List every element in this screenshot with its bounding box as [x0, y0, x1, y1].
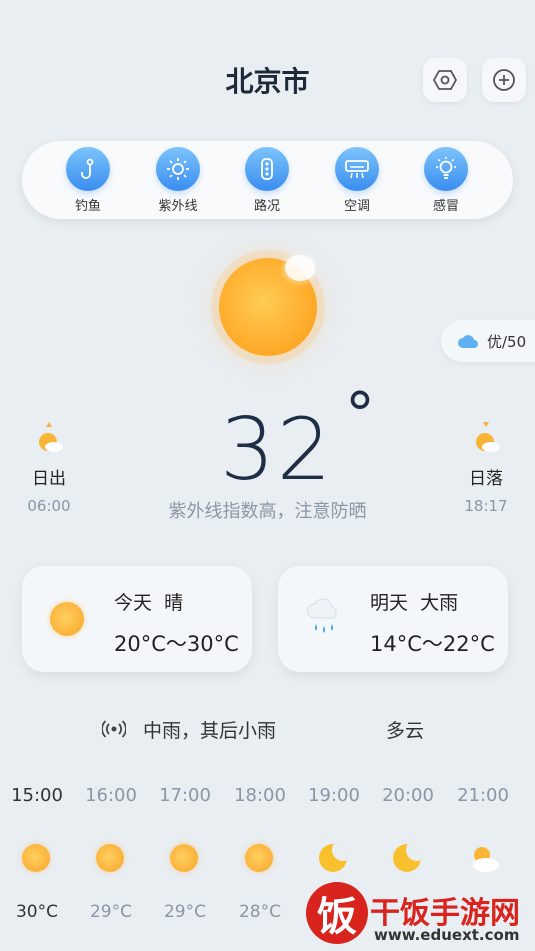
hour-time: 16:00	[85, 785, 137, 806]
service-aircon[interactable]: 空调	[322, 147, 392, 214]
today-title: 今天 晴	[114, 592, 184, 614]
service-uv[interactable]: 紫外线	[143, 147, 213, 214]
fishing-hook-icon	[81, 158, 94, 179]
sunset-label: 日落	[469, 469, 503, 489]
lightbulb-icon	[436, 157, 456, 179]
hour-temp: 30°C	[15, 902, 58, 922]
hour-temp: 29°C	[89, 902, 132, 922]
settings-button[interactable]	[423, 58, 467, 102]
watermark-logo: 饭 干饭手游网 www.eduext.com	[302, 880, 535, 951]
air-quality-badge[interactable]: 优/50	[441, 320, 535, 362]
cloud-icon	[285, 255, 315, 281]
sun-icon	[96, 844, 126, 874]
hour-item: 15:00 30°C	[7, 785, 67, 922]
hour-item: 17:00 29°C	[155, 785, 215, 922]
hour-time: 18:00	[234, 785, 286, 806]
hour-time: 19:00	[308, 785, 360, 806]
hour-time: 21:00	[457, 785, 509, 806]
service-label: 空调	[343, 199, 370, 214]
plus-circle-icon	[493, 69, 515, 91]
service-label: 路况	[253, 199, 280, 214]
sun-icon	[50, 602, 84, 636]
sun-icon	[170, 844, 200, 874]
sunrise-label: 日出	[32, 469, 66, 489]
air-quality-label: 优/50	[487, 332, 527, 351]
hour-temp: 29°C	[163, 902, 206, 922]
current-temperature: 32	[220, 400, 334, 500]
watermark-badge: 饭	[306, 882, 368, 944]
service-traffic[interactable]: 路况	[232, 147, 302, 214]
tomorrow-card[interactable]: 明天 大雨 14°C～22°C	[278, 566, 508, 672]
service-label: 感冒	[432, 199, 459, 214]
moon-icon	[393, 844, 423, 874]
moon-icon	[319, 844, 349, 874]
today-card[interactable]: 今天 晴 20°C～30°C	[22, 566, 252, 672]
air-conditioner-icon	[345, 160, 369, 179]
sun-uv-icon	[167, 158, 189, 180]
forecast-text-secondary: 多云	[386, 720, 425, 742]
sunrise-icon	[34, 420, 64, 454]
hour-time: 15:00	[11, 785, 63, 806]
today-range: 20°C～30°C	[114, 632, 239, 656]
hour-time: 20:00	[382, 785, 434, 806]
add-city-button[interactable]	[482, 58, 526, 102]
hour-temp: 28°C	[238, 902, 281, 922]
traffic-light-icon	[261, 158, 273, 180]
degree-symbol: °	[345, 380, 375, 450]
hexagon-settings-icon	[433, 70, 457, 90]
forecast-text-primary: 中雨，其后小雨	[143, 720, 277, 742]
service-label: 钓鱼	[74, 199, 101, 214]
service-cold[interactable]: 感冒	[411, 147, 481, 214]
broadcast-icon	[102, 720, 126, 738]
tomorrow-range: 14°C～22°C	[370, 632, 495, 656]
life-service-bar: 钓鱼 紫外线 路况 空调 感冒	[22, 141, 513, 219]
service-label: 紫外线	[158, 199, 198, 214]
sunset-icon	[471, 420, 501, 454]
partly-cloudy-icon	[468, 844, 499, 874]
sun-icon	[245, 844, 275, 874]
hour-time: 17:00	[159, 785, 211, 806]
cloud-icon	[458, 335, 478, 348]
tomorrow-title: 明天 大雨	[370, 592, 459, 614]
hour-item: 16:00 29°C	[81, 785, 141, 922]
watermark-url: www.eduext.com	[374, 926, 520, 944]
weather-tip: 紫外线指数高，注意防晒	[168, 501, 367, 522]
forecast-summary: 中雨，其后小雨 多云	[0, 716, 535, 744]
sun-icon	[22, 844, 52, 874]
rain-cloud-icon	[306, 598, 342, 644]
service-fishing[interactable]: 钓鱼	[53, 147, 123, 214]
hour-item: 18:00 28°C	[230, 785, 290, 922]
